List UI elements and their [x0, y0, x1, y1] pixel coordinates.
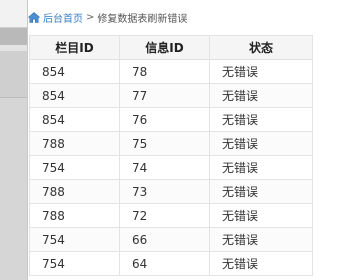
- cell-info-id: 74: [119, 155, 210, 180]
- cell-category-id: 854: [29, 59, 120, 84]
- cell-category-id: 788: [29, 203, 120, 228]
- cell-status: 无错误: [209, 107, 313, 132]
- cell-info-id: 72: [119, 203, 210, 228]
- breadcrumb-separator: >: [86, 11, 95, 23]
- sidebar-body: [0, 98, 27, 280]
- cell-status: 无错误: [209, 131, 313, 156]
- cell-category-id: 788: [29, 179, 120, 204]
- sidebar-item[interactable]: [0, 51, 27, 98]
- cell-category-id: 754: [29, 227, 120, 252]
- table-row: 854 78 无错误: [29, 59, 313, 84]
- column-header-category-id: 栏目ID: [29, 35, 120, 60]
- breadcrumb: 后台首页 > 修复数据表刷新错误: [27, 8, 188, 26]
- table-row: 854 76 无错误: [29, 107, 313, 132]
- table-row: 788 72 无错误: [29, 203, 313, 228]
- cell-status: 无错误: [209, 179, 313, 204]
- cell-category-id: 854: [29, 107, 120, 132]
- table-row: 854 77 无错误: [29, 83, 313, 108]
- cell-info-id: 77: [119, 83, 210, 108]
- cell-info-id: 64: [119, 251, 210, 276]
- cell-info-id: 75: [119, 131, 210, 156]
- table-row: 788 73 无错误: [29, 179, 313, 204]
- table-header-row: 栏目ID 信息ID 状态: [29, 35, 313, 60]
- cell-info-id: 66: [119, 227, 210, 252]
- sidebar-item-active[interactable]: [0, 28, 27, 45]
- cell-status: 无错误: [209, 203, 313, 228]
- cell-status: 无错误: [209, 83, 313, 108]
- table-row: 754 64 无错误: [29, 251, 313, 276]
- cell-info-id: 76: [119, 107, 210, 132]
- column-header-status: 状态: [209, 35, 313, 60]
- cell-category-id: 754: [29, 155, 120, 180]
- cell-status: 无错误: [209, 59, 313, 84]
- cell-category-id: 854: [29, 83, 120, 108]
- page: 后台首页 > 修复数据表刷新错误 栏目ID 信息ID 状态 854 78 无错误…: [0, 0, 350, 280]
- cell-status: 无错误: [209, 155, 313, 180]
- table-row: 754 74 无错误: [29, 155, 313, 180]
- breadcrumb-home-link[interactable]: 后台首页: [43, 10, 83, 25]
- column-header-info-id: 信息ID: [119, 35, 210, 60]
- cell-status: 无错误: [209, 227, 313, 252]
- cell-info-id: 78: [119, 59, 210, 84]
- breadcrumb-current: 修复数据表刷新错误: [97, 13, 188, 25]
- table-row: 788 75 无错误: [29, 131, 313, 156]
- cell-category-id: 754: [29, 251, 120, 276]
- status-table: 栏目ID 信息ID 状态 854 78 无错误 854 77 无错误 854 7…: [29, 35, 313, 276]
- cell-category-id: 788: [29, 131, 120, 156]
- table-row: 754 66 无错误: [29, 227, 313, 252]
- home-icon[interactable]: [27, 11, 41, 23]
- cell-info-id: 73: [119, 179, 210, 204]
- sidebar: [0, 0, 28, 280]
- cell-status: 无错误: [209, 251, 313, 276]
- sidebar-header: [0, 0, 27, 28]
